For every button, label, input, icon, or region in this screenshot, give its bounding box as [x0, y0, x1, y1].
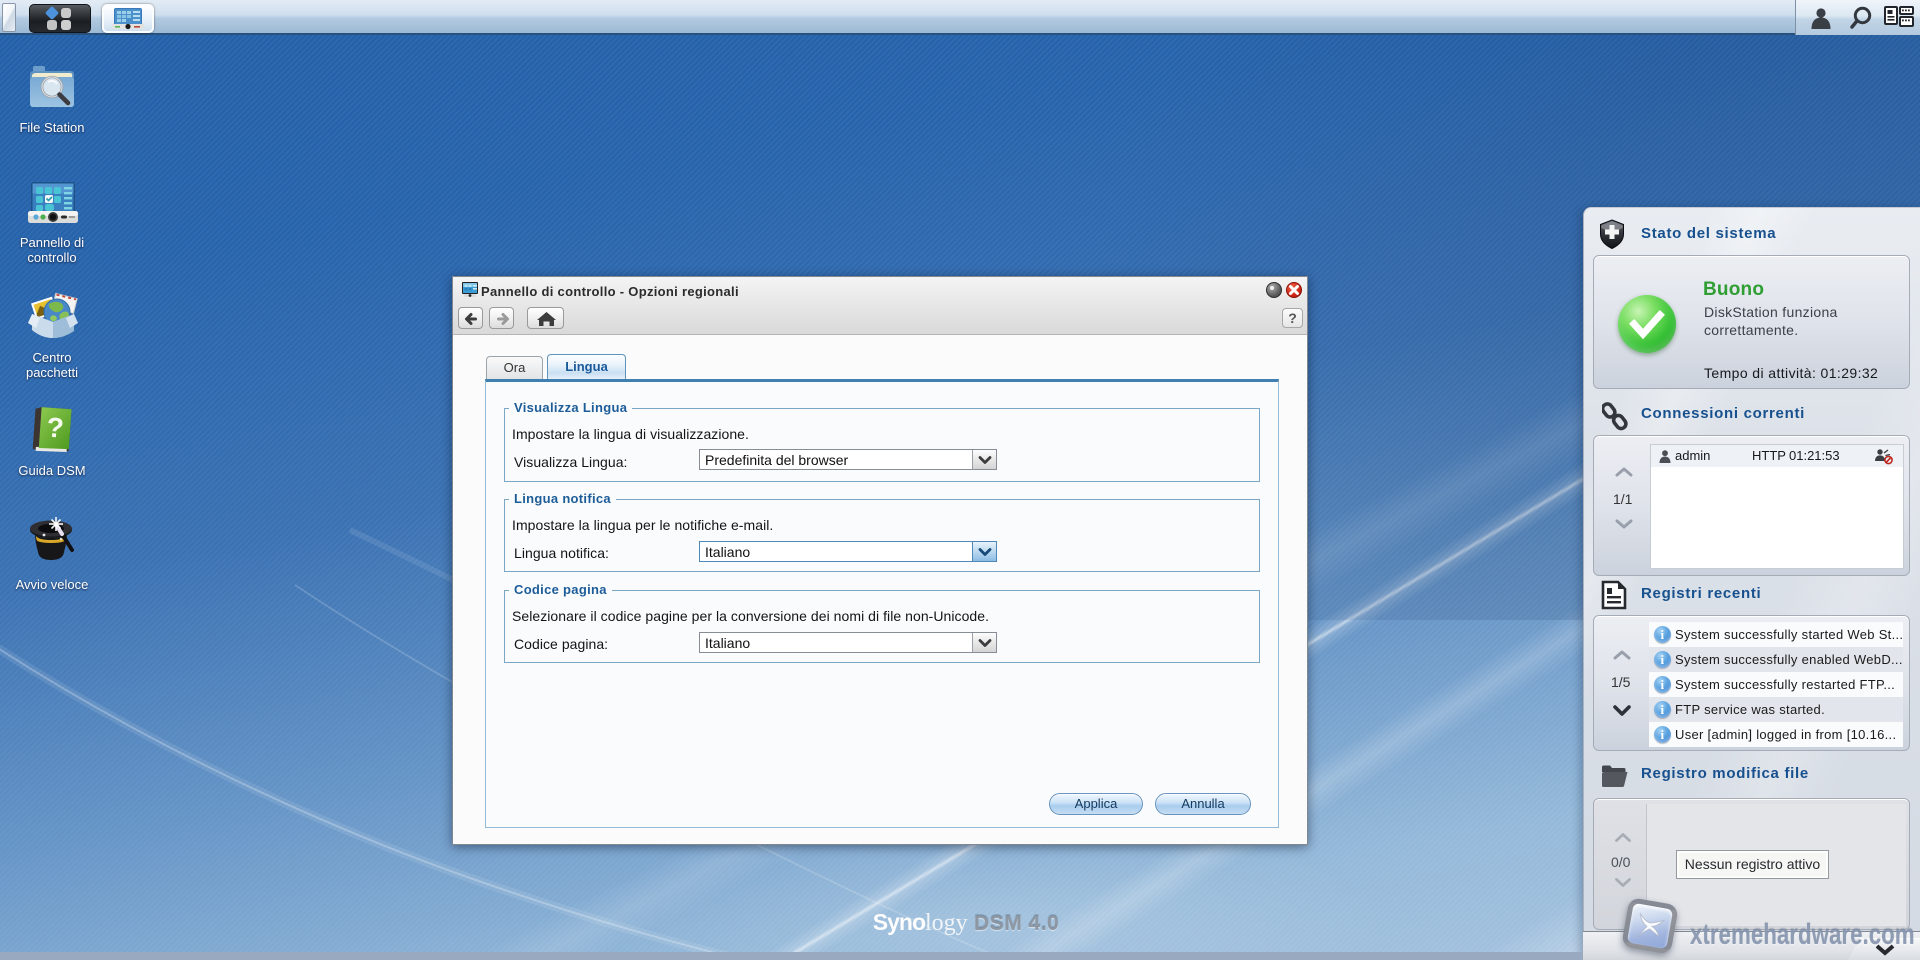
svg-text:?: ? — [46, 412, 65, 444]
